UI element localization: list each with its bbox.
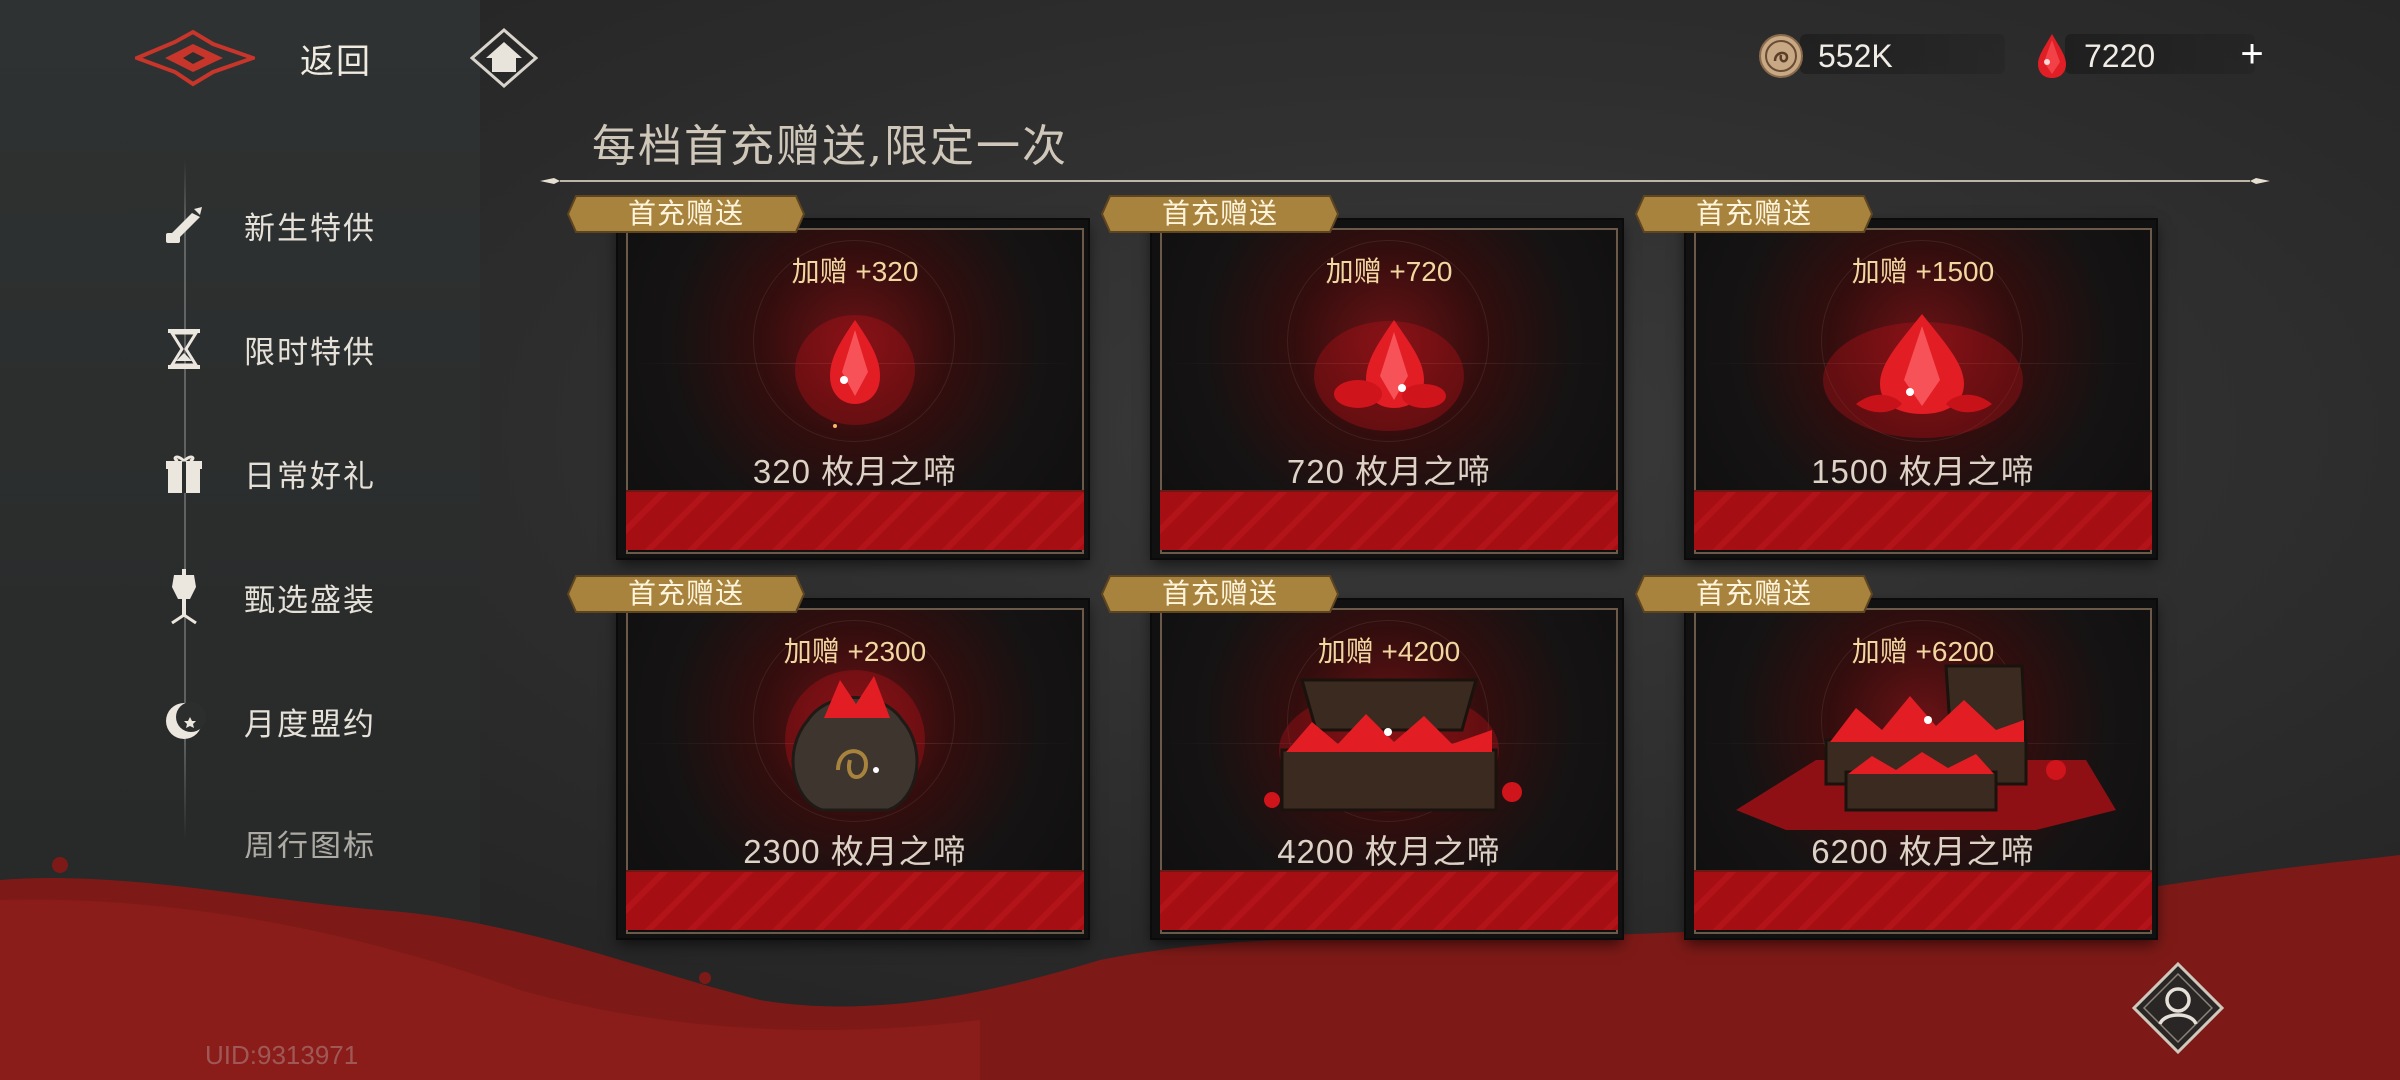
moon-coin-icon xyxy=(1759,34,1803,78)
user-id-text: UID:9313971 xyxy=(205,1040,359,1070)
product-card-4200[interactable]: 加赠 +4200 4200 枚月之啼 首充赠送 xyxy=(1100,575,1622,938)
back-label[interactable]: 返回 xyxy=(300,34,372,83)
bonus-text: 加赠 +1500 xyxy=(1851,256,1995,287)
purchase-button[interactable] xyxy=(1694,490,2152,550)
coin-counter: 552K xyxy=(1758,32,1893,80)
partial-icon xyxy=(160,828,208,858)
sidebar-item-daily-gift[interactable]: 日常好礼 xyxy=(160,438,440,508)
page-title: 每档首充赠送,限定一次 xyxy=(592,121,1068,172)
purchase-button[interactable] xyxy=(1160,490,1618,550)
gem-amount-text: 720 枚月之啼 xyxy=(1286,453,1492,490)
purchase-button[interactable] xyxy=(1160,870,1618,930)
gift-box-icon xyxy=(160,449,208,497)
purchase-button[interactable] xyxy=(626,490,1084,550)
dress-form-icon xyxy=(160,569,208,625)
bonus-text: 加赠 +320 xyxy=(791,256,919,287)
scroll-quill-icon xyxy=(160,201,208,249)
product-card-1500[interactable]: 加赠 +1500 1500 枚月之啼 首充赠送 xyxy=(1634,195,2156,558)
gem-amount-text: 1500 枚月之啼 xyxy=(1811,453,2035,490)
add-currency-button[interactable]: + xyxy=(2230,30,2274,78)
bonus-text: 加赠 +720 xyxy=(1325,256,1453,287)
winged-crest-icon xyxy=(135,29,255,86)
gem-value: 7220 xyxy=(2084,37,2156,74)
gem-counter: 7220 xyxy=(2034,32,2155,80)
gem-chest-icon xyxy=(1264,678,1522,812)
product-card-6200[interactable]: 加赠 +6200 6200 枚月之啼 首充赠送 xyxy=(1634,575,2156,938)
sidebar-item-newbie-offer[interactable]: 新生特供 xyxy=(160,190,440,260)
gem-pile-icon xyxy=(1823,314,2023,438)
back-button[interactable] xyxy=(135,25,265,90)
gem-cluster-icon xyxy=(1314,320,1464,431)
gem-amount-text: 320 枚月之啼 xyxy=(752,453,958,490)
product-card-320[interactable]: 加赠 +320 320 枚月之啼 首充赠送 xyxy=(566,195,1088,558)
sidebar-item-label: 月度盟约 xyxy=(244,706,376,743)
ribbon-label: 首充赠送 xyxy=(1695,197,1812,230)
ribbon-label: 首充赠送 xyxy=(1161,197,1278,230)
ribbon-label: 首充赠送 xyxy=(627,197,744,230)
gem-amount-text: 6200 枚月之啼 xyxy=(1811,833,2035,870)
sidebar-item-monthly-pact[interactable]: 月度盟约 xyxy=(160,686,440,756)
sidebar-item-label: 限时特供 xyxy=(244,334,376,371)
product-card-2300[interactable]: 加赠 +2300 2300 枚月之啼 首充赠送 xyxy=(566,575,1088,938)
ribbon-label: 首充赠送 xyxy=(1695,577,1812,610)
sidebar-item-limited-offer[interactable]: 限时特供 xyxy=(160,314,440,384)
single-gem-icon xyxy=(795,315,915,428)
purchase-button[interactable] xyxy=(1694,870,2152,930)
home-diamond-icon[interactable] xyxy=(470,28,538,88)
sidebar-item-label: 日常好礼 xyxy=(244,458,376,495)
hourglass-icon xyxy=(160,325,208,373)
crescent-moon-icon xyxy=(160,697,208,745)
sidebar-item-label: 周行图标 xyxy=(244,828,376,859)
red-gem-icon xyxy=(2038,34,2066,78)
bonus-text: 加赠 +6200 xyxy=(1851,636,1995,667)
bonus-text: 加赠 +2300 xyxy=(783,636,927,667)
sidebar-item-partial[interactable]: 周行图标 xyxy=(160,828,440,859)
gem-amount-text: 4200 枚月之啼 xyxy=(1277,833,1501,870)
coin-value: 552K xyxy=(1818,37,1893,74)
gem-pouch-icon xyxy=(785,670,925,812)
gem-amount-text: 2300 枚月之啼 xyxy=(743,833,967,870)
sidebar-item-label: 新生特供 xyxy=(244,210,376,247)
product-card-720[interactable]: 加赠 +720 720 枚月之啼 首充赠送 xyxy=(1100,195,1622,558)
profile-diamond-icon[interactable] xyxy=(2132,962,2224,1054)
double-gem-chest-icon xyxy=(1736,664,2116,830)
sidebar-item-selected-outfit[interactable]: 甄选盛装 xyxy=(160,562,440,632)
ribbon-label: 首充赠送 xyxy=(627,577,744,610)
sidebar-item-label: 甄选盛装 xyxy=(244,582,376,619)
heading-divider xyxy=(540,178,2270,184)
bonus-text: 加赠 +4200 xyxy=(1317,636,1461,667)
ribbon-label: 首充赠送 xyxy=(1161,577,1278,610)
purchase-button[interactable] xyxy=(626,870,1084,930)
